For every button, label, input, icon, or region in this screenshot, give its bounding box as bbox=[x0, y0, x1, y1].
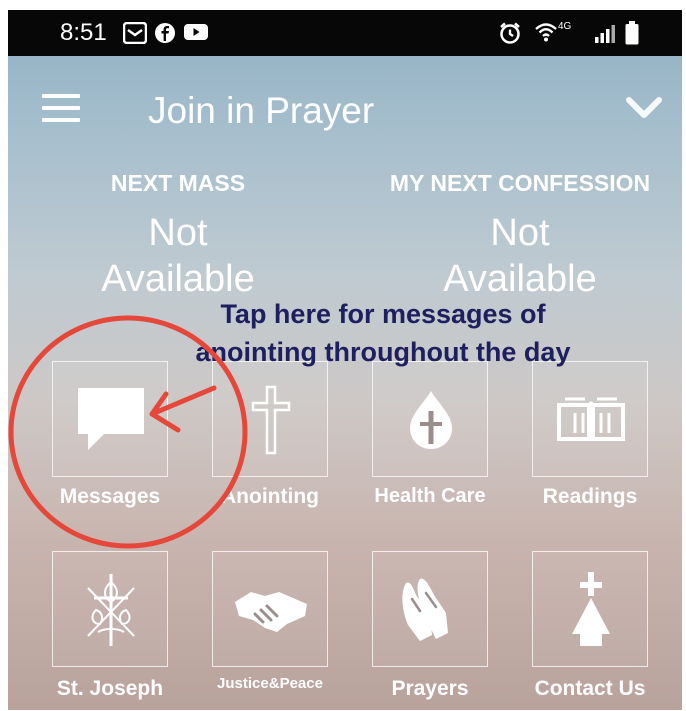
cross-icon bbox=[213, 362, 329, 478]
message-bubble-icon bbox=[53, 362, 169, 478]
next-mass-value: Not Available bbox=[68, 210, 288, 302]
youtube-notification-icon bbox=[184, 24, 208, 40]
facebook-notification-icon bbox=[155, 23, 175, 43]
praying-hands-icon bbox=[373, 552, 489, 668]
tile-prayers[interactable] bbox=[372, 551, 488, 667]
tile-readings-label: Readings bbox=[542, 485, 638, 508]
network-type-label: 4G bbox=[558, 21, 572, 32]
tile-health-care[interactable] bbox=[372, 361, 488, 477]
annotation-text: Tap here for messages of anointing throu… bbox=[158, 295, 608, 371]
tile-contact-us[interactable] bbox=[532, 551, 648, 667]
page-title: Join in Prayer bbox=[148, 90, 375, 131]
tile-health-care-label: Health Care bbox=[374, 485, 486, 507]
hamburger-menu-icon[interactable] bbox=[42, 94, 80, 124]
tile-contact-us-label: Contact Us bbox=[534, 677, 646, 700]
next-mass-value-line1: Not bbox=[148, 212, 208, 254]
status-bar: 8:51 4G bbox=[8, 10, 682, 56]
tile-justice-peace[interactable] bbox=[212, 551, 328, 667]
gallery-notification-icon bbox=[123, 22, 147, 44]
drop-cross-icon bbox=[373, 362, 489, 478]
handshake-icon bbox=[213, 552, 329, 668]
next-mass-label: NEXT MASS bbox=[110, 170, 246, 196]
tile-prayers-label: Prayers bbox=[391, 677, 469, 700]
signal-icon bbox=[595, 25, 615, 43]
annotation-line1: Tap here for messages of bbox=[220, 299, 546, 329]
tile-readings[interactable] bbox=[532, 361, 648, 477]
tile-anointing[interactable] bbox=[212, 361, 328, 477]
chevron-down-icon[interactable] bbox=[626, 96, 662, 122]
tile-justice-peace-label: Justice&Peace bbox=[217, 675, 323, 692]
app-bar: Join in Prayer bbox=[8, 56, 682, 166]
phone-screen: 8:51 4G Join in Prayer NEXT MASS Not Ava… bbox=[8, 10, 682, 710]
annotation-line2: anointing throughout the day bbox=[195, 337, 571, 367]
wifi-icon bbox=[535, 23, 557, 42]
tile-anointing-label: Anointing bbox=[221, 485, 319, 508]
church-icon bbox=[533, 552, 649, 668]
battery-icon bbox=[625, 21, 639, 45]
status-time: 8:51 bbox=[60, 19, 107, 46]
book-icon bbox=[533, 362, 649, 478]
next-confession-value-line1: Not bbox=[490, 212, 550, 254]
alarm-icon bbox=[500, 22, 520, 44]
lily-cross-icon bbox=[53, 552, 169, 668]
tile-messages[interactable] bbox=[52, 361, 168, 477]
tile-st-joseph[interactable] bbox=[52, 551, 168, 667]
tile-messages-label: Messages bbox=[59, 485, 161, 508]
next-confession-value: Not Available bbox=[410, 210, 630, 302]
tile-st-joseph-label: St. Joseph bbox=[56, 677, 164, 700]
next-confession-label: MY NEXT CONFESSION bbox=[389, 170, 651, 196]
